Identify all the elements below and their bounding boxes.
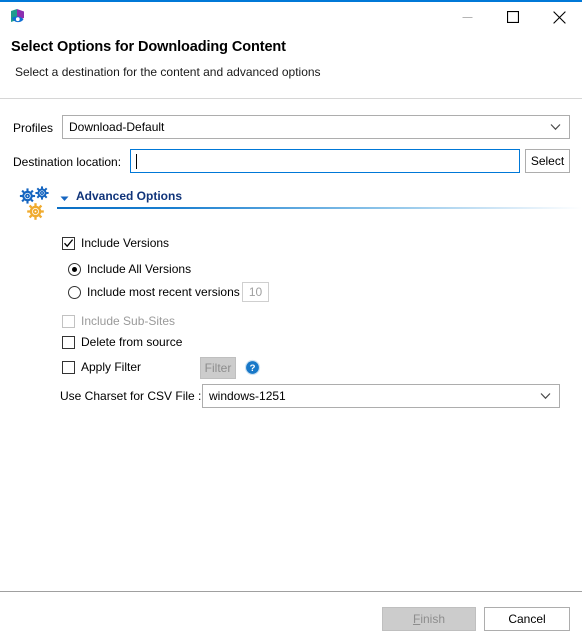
apply-filter-label: Apply Filter xyxy=(81,360,142,374)
finish-mnemonic: F xyxy=(412,612,421,626)
footer-divider xyxy=(0,591,582,592)
app-logo-icon xyxy=(8,7,28,27)
apply-filter-checkbox[interactable] xyxy=(62,360,75,374)
maximize-button[interactable] xyxy=(490,2,536,32)
triangle-down-icon xyxy=(60,192,69,201)
include-versions-label: Include Versions xyxy=(81,236,170,250)
finish-button: Finish xyxy=(382,607,476,631)
download-options-dialog: Select Options for Downloading Content S… xyxy=(0,0,582,642)
page-subtitle: Select a destination for the content and… xyxy=(15,65,321,79)
page-title: Select Options for Downloading Content xyxy=(11,39,286,55)
delete-from-source-checkbox[interactable] xyxy=(62,335,75,349)
svg-text:?: ? xyxy=(250,363,256,374)
include-recent-versions-row[interactable]: Include most recent versions xyxy=(68,285,240,299)
include-versions-row[interactable]: Include Versions xyxy=(62,236,169,250)
help-circle-icon[interactable]: ? xyxy=(244,359,261,376)
minimize-button[interactable] xyxy=(444,2,490,32)
window-controls xyxy=(444,2,582,32)
include-all-versions-row[interactable]: Include All Versions xyxy=(68,262,191,276)
delete-from-source-row[interactable]: Delete from source xyxy=(62,335,182,349)
gears-icon xyxy=(18,185,56,221)
header-divider xyxy=(0,98,582,99)
cancel-button[interactable]: Cancel xyxy=(484,607,570,631)
chevron-down-icon xyxy=(550,122,561,133)
close-icon xyxy=(552,10,566,24)
text-caret xyxy=(136,153,137,169)
profiles-combobox[interactable]: Download-Default xyxy=(62,115,570,139)
include-sub-sites-label: Include Sub-Sites xyxy=(81,314,176,328)
advanced-options-label: Advanced Options xyxy=(76,189,183,203)
include-recent-versions-label: Include most recent versions xyxy=(87,285,240,299)
filter-button: Filter xyxy=(200,357,236,379)
delete-from-source-label: Delete from source xyxy=(81,335,183,349)
apply-filter-row[interactable]: Apply Filter xyxy=(62,360,141,374)
include-versions-checkbox[interactable] xyxy=(62,236,75,250)
finish-rest: inish xyxy=(420,612,446,626)
close-button[interactable] xyxy=(536,2,582,32)
advanced-options-divider xyxy=(57,207,582,209)
radio-dot xyxy=(72,266,77,272)
charset-label: Use Charset for CSV File : xyxy=(60,389,202,403)
recent-versions-count-input[interactable]: 10 xyxy=(242,282,269,302)
chevron-down-icon xyxy=(540,391,551,402)
charset-value: windows-1251 xyxy=(209,389,286,403)
advanced-options-toggle[interactable]: Advanced Options xyxy=(60,189,182,203)
include-all-versions-label: Include All Versions xyxy=(87,262,192,276)
include-sub-sites-checkbox xyxy=(62,314,75,328)
select-button[interactable]: Select xyxy=(525,149,570,173)
profiles-label: Profiles xyxy=(13,121,54,135)
include-all-versions-radio[interactable] xyxy=(68,262,81,276)
include-sub-sites-row: Include Sub-Sites xyxy=(62,314,175,328)
destination-label: Destination location: xyxy=(13,155,122,169)
minimize-icon xyxy=(462,12,473,23)
destination-input[interactable] xyxy=(130,149,520,173)
maximize-icon xyxy=(507,11,519,23)
profiles-value: Download-Default xyxy=(69,120,165,134)
charset-combobox[interactable]: windows-1251 xyxy=(202,384,560,408)
include-recent-versions-radio[interactable] xyxy=(68,285,81,299)
title-bar xyxy=(0,2,582,32)
